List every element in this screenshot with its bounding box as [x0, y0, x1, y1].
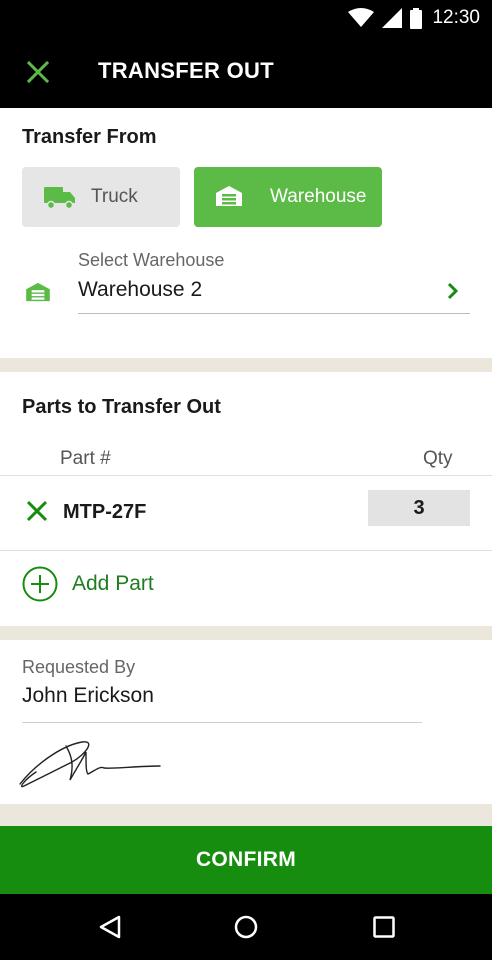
part-number: MTP-27F: [63, 501, 147, 523]
nav-home-button[interactable]: [231, 912, 261, 942]
requested-by-caption: Requested By: [22, 657, 136, 677]
chevron-right-icon: [447, 282, 459, 300]
add-part-label: Add Part: [72, 572, 154, 595]
app-bar: TRANSFER OUT: [0, 36, 492, 108]
warehouse-icon: [216, 186, 242, 206]
status-time: 12:30: [432, 7, 480, 28]
parts-title: Parts to Transfer Out: [22, 396, 221, 418]
warehouse-select-underline: [78, 313, 470, 314]
requested-by-underline: [22, 722, 422, 723]
requested-by-section: Requested By John Erickson: [0, 640, 492, 804]
back-icon: [99, 915, 121, 939]
home-icon: [234, 915, 258, 939]
transfer-from-title: Transfer From: [22, 126, 157, 148]
row-divider: [0, 550, 492, 551]
battery-icon: [410, 7, 423, 29]
add-circle-icon: [22, 566, 58, 602]
signature-image: [19, 741, 161, 788]
nav-recents-button[interactable]: [369, 912, 399, 942]
remove-part-button[interactable]: [26, 500, 48, 527]
quantity-input[interactable]: [368, 490, 470, 526]
close-icon: [27, 61, 49, 83]
nav-back-button[interactable]: [95, 912, 125, 942]
signal-icon: [382, 8, 403, 28]
truck-option-button[interactable]: Truck: [22, 167, 180, 227]
page-title: TRANSFER OUT: [98, 58, 274, 83]
parts-section: Parts to Transfer Out Part # Qty MTP-27F…: [0, 372, 492, 626]
select-warehouse-caption: Select Warehouse: [78, 250, 225, 270]
table-row: MTP-27F: [0, 476, 492, 550]
warehouse-option-label: Warehouse: [270, 186, 367, 207]
warehouse-icon: [26, 282, 50, 302]
requested-by-name: John Erickson: [22, 684, 154, 707]
wifi-icon: [348, 8, 375, 27]
column-header-part: Part #: [60, 448, 111, 469]
confirm-button[interactable]: CONFIRM: [0, 826, 492, 894]
warehouse-select[interactable]: Select Warehouse Warehouse 2: [0, 246, 492, 316]
close-icon: [26, 500, 48, 522]
status-icons: 12:30: [348, 6, 480, 30]
transfer-from-section: Transfer From Truck Warehouse Select War…: [0, 108, 492, 358]
truck-option-label: Truck: [91, 186, 138, 207]
add-part-button[interactable]: Add Part: [22, 566, 154, 602]
navigation-bar: [0, 894, 492, 960]
truck-icon: [44, 187, 75, 209]
warehouse-option-button[interactable]: Warehouse: [194, 167, 382, 227]
close-button[interactable]: [22, 54, 54, 90]
status-bar: 12:30: [0, 0, 492, 36]
selected-warehouse-value: Warehouse 2: [78, 278, 203, 301]
recents-icon: [373, 916, 395, 938]
column-header-qty: Qty: [423, 448, 453, 469]
